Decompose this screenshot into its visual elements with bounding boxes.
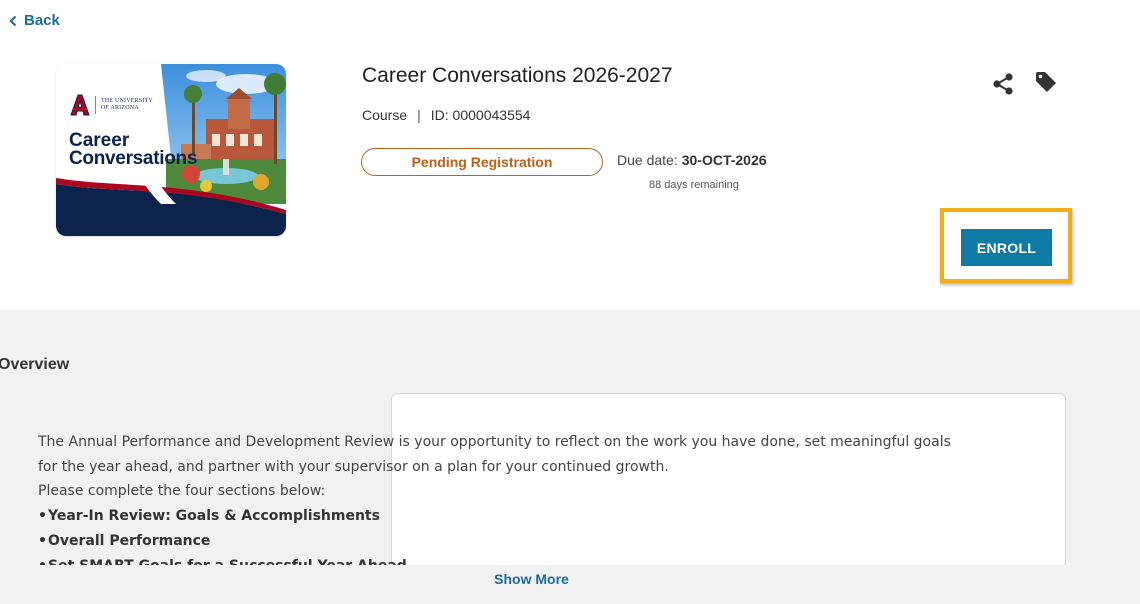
list-item: Year-In Review: Goals & Accomplishments (38, 504, 1038, 529)
due-label: Due date: (617, 152, 678, 168)
overview-paragraph: for the year ahead, and partner with you… (38, 458, 669, 475)
course-title: Career Conversations 2026-2027 (362, 64, 673, 87)
meta-separator: | (417, 107, 421, 123)
overview-paragraph: The Annual Performance and Development R… (38, 434, 951, 450)
university-logo: THE UNIVERSITY OF ARIZONA (70, 94, 153, 116)
university-name-line1: THE UNIVERSITY (101, 98, 153, 104)
due-date-value: 30-OCT-2026 (681, 152, 767, 168)
due-date: Due date: 30-OCT-2026 (617, 152, 767, 168)
course-type: Course (362, 107, 408, 123)
overview-text: The Annual Performance and Development R… (38, 430, 1038, 579)
university-name-line2: OF ARIZONA (101, 105, 139, 111)
days-remaining: 88 days remaining (649, 179, 739, 191)
list-item: Overall Performance (38, 529, 1038, 554)
overview-heading: Overview (0, 356, 70, 373)
share-icon[interactable] (992, 72, 1014, 96)
tag-icon[interactable] (1034, 70, 1058, 94)
course-thumbnail: THE UNIVERSITY OF ARIZONA Career Convers… (56, 64, 286, 236)
arizona-a-logo (70, 94, 90, 116)
course-meta: Course | ID: 0000043554 (362, 107, 530, 123)
back-link[interactable]: Back (8, 12, 60, 29)
enroll-button[interactable]: ENROLL (961, 229, 1052, 266)
status-badge: Pending Registration (361, 148, 603, 176)
overview-paragraph: Please complete the four sections below: (38, 483, 326, 499)
show-more-bar: Show More (0, 565, 1140, 604)
show-more-button[interactable]: Show More (494, 571, 569, 587)
back-label: Back (24, 12, 60, 29)
chevron-left-icon (9, 15, 17, 26)
course-id: ID: 0000043554 (430, 107, 531, 123)
thumbnail-title-line2: Conversations (69, 148, 198, 169)
status-label: Pending Registration (411, 154, 553, 170)
